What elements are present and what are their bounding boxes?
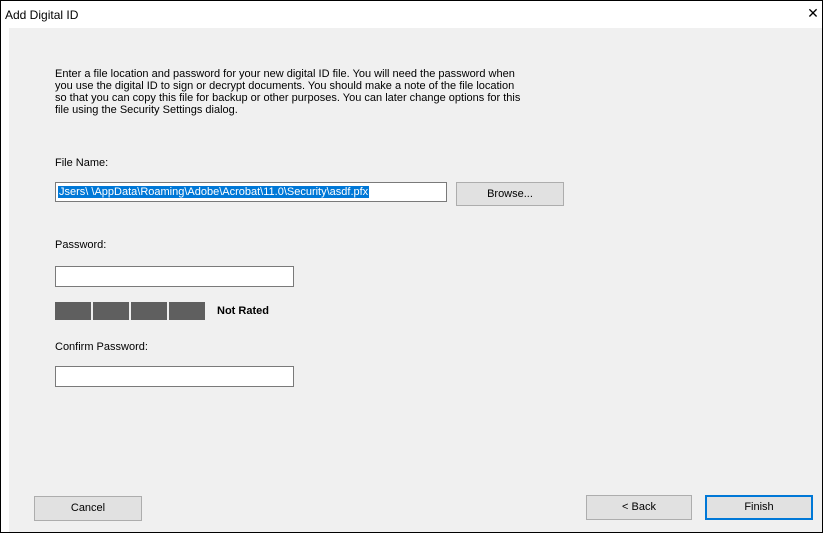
add-digital-id-dialog: Add Digital ID ✕ Enter a file location a… [0,0,823,533]
close-icon[interactable]: ✕ [806,6,820,20]
file-name-label: File Name: [55,157,109,169]
file-name-value: Jsers\ \AppData\Roaming\Adobe\Acrobat\11… [58,186,370,198]
dialog-content: Enter a file location and password for y… [9,28,822,532]
browse-button[interactable]: Browse... [456,182,564,206]
confirm-password-label: Confirm Password: [55,341,148,353]
finish-button[interactable]: Finish [705,495,813,520]
strength-segment [131,302,167,320]
dialog-side-strip [1,28,9,532]
password-input[interactable] [55,266,294,287]
intro-text: Enter a file location and password for y… [55,68,521,116]
password-label: Password: [55,239,107,251]
file-name-input[interactable]: Jsers\ \AppData\Roaming\Adobe\Acrobat\11… [55,182,447,202]
back-button[interactable]: < Back [586,495,692,520]
strength-segment [169,302,205,320]
strength-label: Not Rated [217,305,269,317]
title-bar: Add Digital ID ✕ [1,1,822,28]
confirm-password-input[interactable] [55,366,294,387]
strength-segment [93,302,129,320]
window-title: Add Digital ID [5,8,79,22]
strength-segment [55,302,91,320]
cancel-button[interactable]: Cancel [34,496,142,521]
